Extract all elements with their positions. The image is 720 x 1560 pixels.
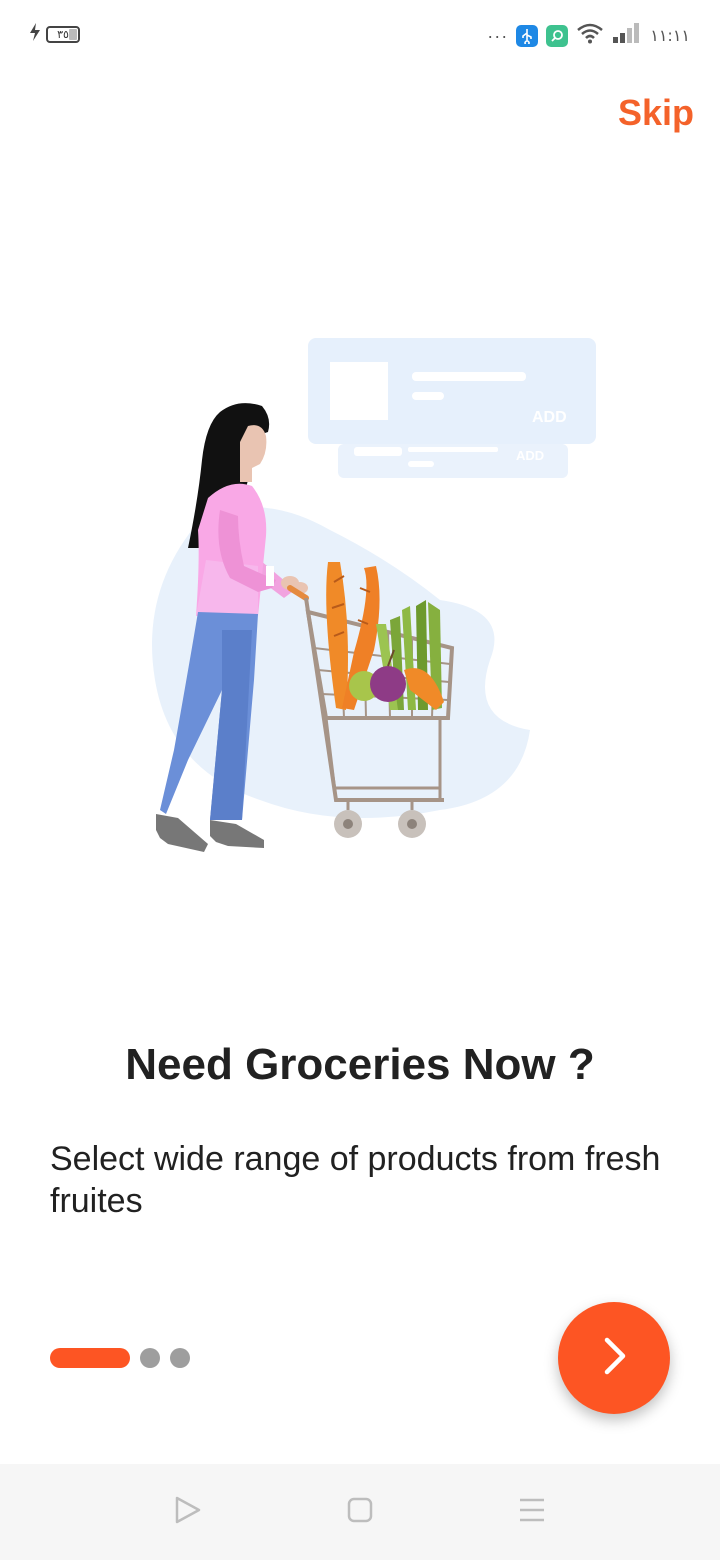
next-button[interactable] bbox=[558, 1302, 670, 1414]
woman-shopping-cart-illustration: ADD ADD bbox=[140, 330, 610, 870]
onboarding-description: Select wide range of products from fresh… bbox=[50, 1140, 661, 1220]
page-indicator-active bbox=[50, 1348, 130, 1368]
nav-home-button[interactable] bbox=[338, 1490, 382, 1534]
chevron-right-icon bbox=[599, 1336, 629, 1381]
nav-menu-button[interactable] bbox=[510, 1490, 554, 1534]
page-indicator bbox=[50, 1348, 190, 1368]
status-time: ١١:١١ bbox=[650, 26, 690, 45]
card-add-label: ADD bbox=[532, 409, 567, 426]
status-left: ٣٥ bbox=[28, 22, 80, 47]
page-indicator-dot bbox=[170, 1348, 190, 1368]
wifi-icon bbox=[576, 22, 604, 49]
status-bar: ٣٥ ··· ١١:١١ bbox=[0, 0, 720, 72]
charging-icon bbox=[28, 22, 42, 47]
back-triangle-icon bbox=[174, 1495, 202, 1530]
nav-back-button[interactable] bbox=[166, 1490, 210, 1534]
home-square-icon bbox=[346, 1496, 374, 1529]
app-notification-icon bbox=[546, 24, 569, 47]
onboarding-title: Need Groceries Now ? bbox=[125, 1040, 595, 1089]
battery-level: ٣٥ bbox=[57, 28, 69, 41]
status-right: ··· ١١:١١ bbox=[487, 22, 690, 49]
usb-icon bbox=[516, 24, 539, 47]
signal-icon bbox=[612, 22, 642, 49]
skip-button[interactable]: Skip bbox=[618, 92, 694, 134]
battery-icon: ٣٥ bbox=[46, 26, 80, 43]
page-indicator-dot bbox=[140, 1348, 160, 1368]
menu-lines-icon bbox=[518, 1497, 546, 1528]
system-nav-bar bbox=[0, 1464, 720, 1560]
overflow-indicator: ··· bbox=[487, 25, 509, 46]
card-add-label-2: ADD bbox=[516, 448, 544, 463]
